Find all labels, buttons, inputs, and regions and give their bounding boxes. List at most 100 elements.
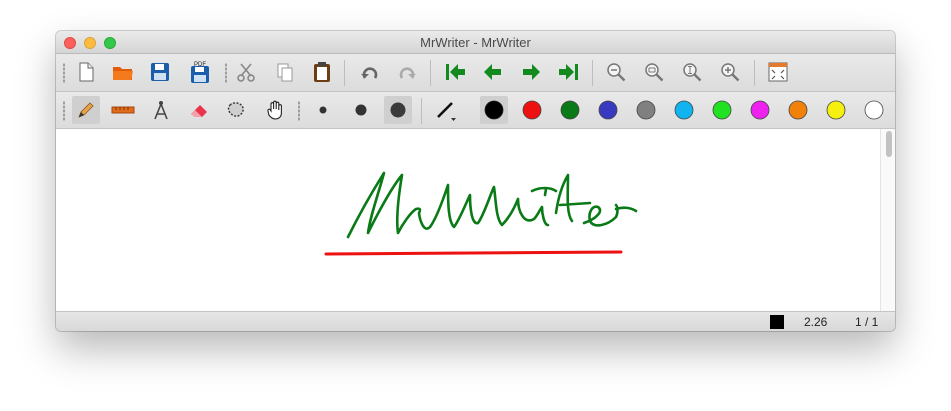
paste-button[interactable]: [308, 58, 336, 86]
color-swatch-icon: [674, 100, 694, 120]
toolbar-separator: [344, 60, 345, 86]
pen-tool-button[interactable]: [72, 96, 100, 124]
dot-small-icon: [319, 106, 327, 114]
handwriting-drawing: [324, 171, 638, 256]
underline-stroke: [324, 250, 623, 256]
open-folder-icon: [113, 67, 133, 80]
undo-button[interactable]: [356, 58, 384, 86]
zoom-fit-width-icon: [683, 63, 702, 82]
zoom-in-icon: [721, 63, 740, 82]
toolbar-separator: [430, 60, 431, 86]
ruler-tool-button[interactable]: [109, 96, 137, 124]
paste-icon: [314, 62, 330, 82]
color-swatch-icon: [750, 100, 770, 120]
color-swatch-icon: [522, 100, 542, 120]
hand-icon: [267, 100, 282, 120]
compass-icon: [154, 101, 168, 120]
color-yellow-button[interactable]: [822, 96, 850, 124]
toolbar-separator: [592, 60, 593, 86]
pdf-icon: PDF: [191, 62, 209, 83]
save-icon: [151, 63, 169, 81]
color-swatch-icon: [598, 100, 618, 120]
color-swatch-icon: [636, 100, 656, 120]
fullscreen-icon: [768, 62, 788, 82]
color-green-button[interactable]: [556, 96, 584, 124]
previous-page-icon: [484, 64, 501, 80]
color-light-blue-button[interactable]: [670, 96, 698, 124]
zoom-in-button[interactable]: [716, 58, 744, 86]
last-page-button[interactable]: [555, 58, 583, 86]
color-gray-button[interactable]: [632, 96, 660, 124]
toolbar-grip[interactable]: [225, 63, 227, 83]
color-swatch-icon: [712, 100, 732, 120]
copy-button[interactable]: [271, 58, 299, 86]
color-magenta-button[interactable]: [746, 96, 774, 124]
export-pdf-button[interactable]: PDF: [186, 58, 214, 86]
color-swatch-icon: [826, 100, 846, 120]
pen-width-medium-button[interactable]: [347, 96, 375, 124]
save-button[interactable]: [146, 58, 174, 86]
page-indicator: 1 / 1: [855, 315, 879, 329]
redo-button[interactable]: [393, 58, 421, 86]
zoom-fit-height-icon: [645, 63, 664, 82]
pen-width-fine-button[interactable]: [309, 96, 337, 124]
color-blue-button[interactable]: [594, 96, 622, 124]
previous-page-button[interactable]: [479, 58, 507, 86]
copy-icon: [277, 63, 293, 82]
next-page-icon: [523, 64, 540, 80]
scrollbar-thumb[interactable]: [886, 131, 892, 157]
pen-pattern-icon: [437, 102, 456, 121]
color-orange-button[interactable]: [784, 96, 812, 124]
color-swatch-icon: [788, 100, 808, 120]
zoom-out-button[interactable]: [602, 58, 630, 86]
first-page-icon: [446, 64, 465, 80]
window-title: MrWriter - MrWriter: [420, 35, 531, 50]
svg-text:PDF: PDF: [194, 62, 206, 68]
scissors-icon: [237, 63, 255, 82]
vertical-scrollbar[interactable]: [880, 129, 895, 311]
drawing-canvas[interactable]: [56, 129, 880, 311]
hand-tool-button[interactable]: [262, 96, 290, 124]
last-page-icon: [559, 64, 578, 80]
pen-width-thick-button[interactable]: [384, 96, 412, 124]
toolbar-separator: [421, 98, 422, 124]
new-document-icon: [79, 62, 94, 82]
new-document-button[interactable]: [72, 58, 100, 86]
current-color-swatch[interactable]: [770, 315, 784, 329]
fullscreen-button[interactable]: [764, 58, 792, 86]
zoom-fit-height-button[interactable]: [640, 58, 668, 86]
open-button[interactable]: [109, 58, 137, 86]
cut-button[interactable]: [232, 58, 260, 86]
eraser-tool-button[interactable]: [185, 96, 213, 124]
color-swatch-icon: [864, 100, 884, 120]
tools-toolbar: [56, 92, 895, 129]
toolbar-grip[interactable]: [63, 63, 65, 83]
color-swatch-icon: [484, 100, 504, 120]
status-bar: 2.26 1 / 1: [56, 311, 895, 331]
lasso-select-tool-button[interactable]: [222, 96, 250, 124]
color-light-green-button[interactable]: [708, 96, 736, 124]
first-page-button[interactable]: [441, 58, 469, 86]
zoom-fit-width-button[interactable]: [678, 58, 706, 86]
next-page-button[interactable]: [517, 58, 545, 86]
pen-width-readout: 2.26: [804, 315, 828, 329]
toolbar-grip[interactable]: [298, 101, 300, 121]
compass-tool-button[interactable]: [147, 96, 175, 124]
app-window: MrWriter - MrWriter PDF 2.26 1 / 1: [56, 31, 895, 331]
color-swatch-icon: [560, 100, 580, 120]
color-black-button[interactable]: [480, 96, 508, 124]
dot-large-icon: [390, 102, 406, 118]
pen-pattern-button[interactable]: [432, 96, 460, 124]
pen-icon: [78, 102, 94, 118]
color-red-button[interactable]: [518, 96, 546, 124]
toolbar-separator: [754, 60, 755, 86]
undo-icon: [361, 67, 378, 79]
ruler-icon: [111, 106, 135, 114]
toolbar-grip[interactable]: [63, 101, 65, 121]
dot-medium-icon: [355, 104, 367, 116]
handwriting-stroke: [346, 171, 638, 239]
main-toolbar: PDF: [56, 54, 895, 92]
zoom-out-icon: [607, 63, 626, 82]
color-white-button[interactable]: [860, 96, 888, 124]
eraser-icon: [191, 105, 207, 117]
